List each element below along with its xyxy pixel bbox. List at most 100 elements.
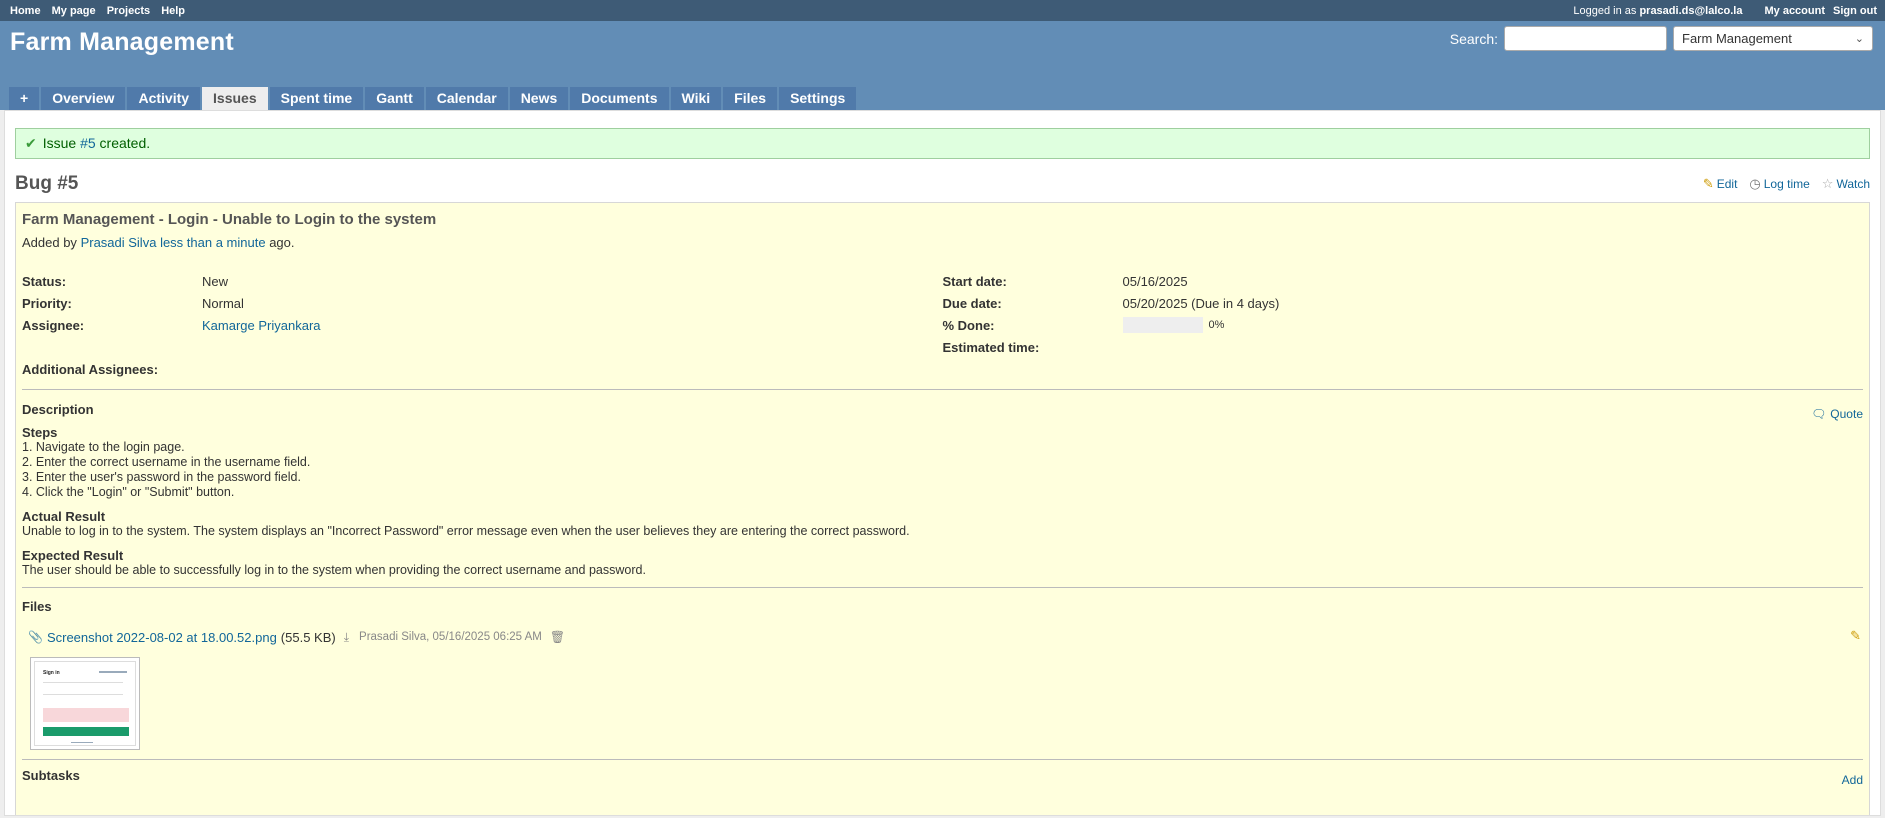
divider bbox=[22, 389, 1863, 390]
comment-icon: 🗨 bbox=[1811, 407, 1827, 421]
age-link[interactable]: less than a minute bbox=[160, 235, 266, 250]
attributes-left: Status: New Priority: Normal Assignee: K… bbox=[22, 270, 943, 380]
tab-activity[interactable]: Activity bbox=[127, 87, 201, 110]
actual-heading: Actual Result bbox=[22, 509, 106, 524]
quote-label: Quote bbox=[1830, 407, 1863, 421]
subtasks-title: Subtasks bbox=[22, 768, 80, 783]
log-time-label: Log time bbox=[1763, 177, 1810, 191]
progress-percent: 0% bbox=[1208, 319, 1225, 331]
thumbnail-field-2 bbox=[43, 694, 123, 695]
expected-heading: Expected Result bbox=[22, 548, 124, 563]
attr-additional-assignees-label: Additional Assignees: bbox=[22, 361, 159, 377]
description-header: Description 🗨 Quote bbox=[22, 402, 1863, 421]
tab-gantt[interactable]: Gantt bbox=[365, 87, 424, 110]
added-by-prefix: Added by bbox=[22, 235, 77, 250]
quote-button[interactable]: 🗨 Quote bbox=[1811, 407, 1863, 421]
watch-button[interactable]: ☆ Watch bbox=[1822, 176, 1870, 192]
watch-label: Watch bbox=[1836, 177, 1870, 191]
attr-done-label: % Done: bbox=[942, 317, 995, 333]
step-2: 2. Enter the correct username in the use… bbox=[22, 455, 311, 469]
attr-estimated-label: Estimated time: bbox=[942, 339, 1040, 355]
trash-icon[interactable]: 🗑 bbox=[550, 630, 565, 644]
top-link-my-page[interactable]: My page bbox=[52, 5, 96, 17]
attachment-row: 📎 Screenshot 2022-08-02 at 18.00.52.png … bbox=[22, 628, 1863, 646]
attr-start-date-value: 05/16/2025 bbox=[1122, 273, 1188, 289]
edit-button[interactable]: ✎ Edit bbox=[1703, 176, 1738, 192]
tab-wiki[interactable]: Wiki bbox=[670, 87, 722, 110]
logged-in-user[interactable]: prasadi.ds@lalco.la bbox=[1639, 5, 1742, 17]
flash-prefix: Issue bbox=[42, 135, 81, 151]
files-title: Files bbox=[22, 599, 52, 614]
assignee-link[interactable]: Kamarge Priyankara bbox=[202, 318, 321, 333]
attachment-link[interactable]: Screenshot 2022-08-02 at 18.00.52.png bbox=[47, 630, 277, 645]
issue-author-line: Added by Prasadi Silva less than a minut… bbox=[22, 235, 1863, 250]
step-1: 1. Navigate to the login page. bbox=[22, 440, 185, 454]
attr-status-value: New bbox=[202, 273, 229, 289]
description-body: Steps 1. Navigate to the login page. 2. … bbox=[22, 425, 1863, 578]
edit-attachments-icon[interactable]: ✎ bbox=[1850, 628, 1861, 644]
checkmark-icon: ✔ bbox=[25, 135, 37, 151]
attr-priority-value: Normal bbox=[202, 295, 244, 311]
attributes-right: Start date: 05/16/2025 Due date: 05/20/2… bbox=[943, 270, 1864, 380]
steps-heading: Steps bbox=[22, 425, 58, 440]
attr-status: Status: New bbox=[22, 270, 943, 292]
author-link[interactable]: Prasadi Silva bbox=[81, 235, 157, 250]
attachment-size: (55.5 KB) bbox=[280, 629, 336, 645]
tab-files[interactable]: Files bbox=[723, 87, 778, 110]
tab-overview[interactable]: Overview bbox=[41, 87, 126, 110]
main-menu: + Overview Activity Issues Spent time Ga… bbox=[9, 87, 858, 110]
thumbnail-footer-link bbox=[71, 742, 93, 743]
top-menu: Home My page Projects Help Logged in as … bbox=[0, 0, 1885, 21]
flash-issue-link[interactable]: #5 bbox=[80, 135, 96, 151]
pencil-icon: ✎ bbox=[1702, 176, 1714, 191]
issue-header: Bug #5 ✎ Edit ◷ Log time ☆ Watch bbox=[15, 173, 1870, 195]
tab-issues[interactable]: Issues bbox=[202, 87, 268, 110]
project-jump-value: Farm Management bbox=[1682, 31, 1792, 46]
attr-start-date-label: Start date: bbox=[942, 273, 1007, 289]
top-link-home[interactable]: Home bbox=[10, 5, 41, 17]
issue-details: Farm Management - Login - Unable to Logi… bbox=[15, 202, 1870, 815]
tab-calendar[interactable]: Calendar bbox=[425, 87, 508, 110]
tab-new[interactable]: + bbox=[9, 87, 40, 110]
attr-assignee-label: Assignee: bbox=[22, 317, 85, 333]
chevron-down-icon: ⌄ bbox=[1854, 33, 1864, 45]
top-menu-left: Home My page Projects Help bbox=[10, 5, 193, 17]
project-jump-select[interactable]: Farm Management ⌄ bbox=[1673, 26, 1873, 51]
sign-out-link[interactable]: Sign out bbox=[1833, 5, 1877, 17]
thumbnail-title: Sign in bbox=[43, 670, 60, 676]
my-account-link[interactable]: My account bbox=[1764, 5, 1825, 17]
attachment-thumbnail[interactable]: Sign in bbox=[30, 657, 140, 750]
attachment-meta: Prasadi Silva, 05/16/2025 06:25 AM bbox=[359, 631, 542, 643]
tab-settings[interactable]: Settings bbox=[779, 87, 857, 110]
expected-text: The user should be able to successfully … bbox=[22, 563, 646, 577]
top-link-projects[interactable]: Projects bbox=[107, 5, 150, 17]
tab-spent-time[interactable]: Spent time bbox=[269, 87, 364, 110]
attr-due-date-value: 05/20/2025 (Due in 4 days) bbox=[1122, 295, 1280, 311]
add-subtask-link[interactable]: Add bbox=[1842, 773, 1863, 787]
top-link-help[interactable]: Help bbox=[161, 5, 185, 17]
tab-news[interactable]: News bbox=[509, 87, 569, 110]
logged-in-as: Logged in as prasadi.ds@lalco.la bbox=[1573, 5, 1742, 17]
flash-notice: ✔ Issue #5 created. bbox=[15, 128, 1870, 159]
progress: 0% bbox=[1122, 317, 1225, 333]
thumbnail-link-line bbox=[99, 671, 127, 673]
logged-in-prefix: Logged in as bbox=[1573, 4, 1637, 17]
issue-attributes: Status: New Priority: Normal Assignee: K… bbox=[22, 270, 1863, 380]
subtasks-header: Subtasks Add bbox=[22, 768, 1863, 787]
attr-estimated: Estimated time: bbox=[943, 336, 1864, 358]
header: Farm Management Search: Farm Management … bbox=[0, 21, 1885, 110]
tab-documents[interactable]: Documents bbox=[570, 87, 669, 110]
divider bbox=[22, 587, 1863, 588]
attr-due-date-label: Due date: bbox=[942, 295, 1002, 311]
attr-additional-assignees: Additional Assignees: bbox=[22, 358, 943, 380]
step-4: 4. Click the "Login" or "Submit" button. bbox=[22, 485, 235, 499]
attr-assignee: Assignee: Kamarge Priyankara bbox=[22, 314, 943, 336]
flash-suffix: created. bbox=[95, 135, 151, 151]
step-3: 3. Enter the user's password in the pass… bbox=[22, 470, 301, 484]
project-title: Farm Management bbox=[10, 28, 234, 56]
divider bbox=[22, 759, 1863, 760]
search-input[interactable] bbox=[1504, 26, 1667, 51]
download-icon[interactable]: ⤓ bbox=[344, 630, 349, 645]
issue-subject: Farm Management - Login - Unable to Logi… bbox=[22, 211, 437, 228]
log-time-button[interactable]: ◷ Log time bbox=[1749, 176, 1809, 192]
